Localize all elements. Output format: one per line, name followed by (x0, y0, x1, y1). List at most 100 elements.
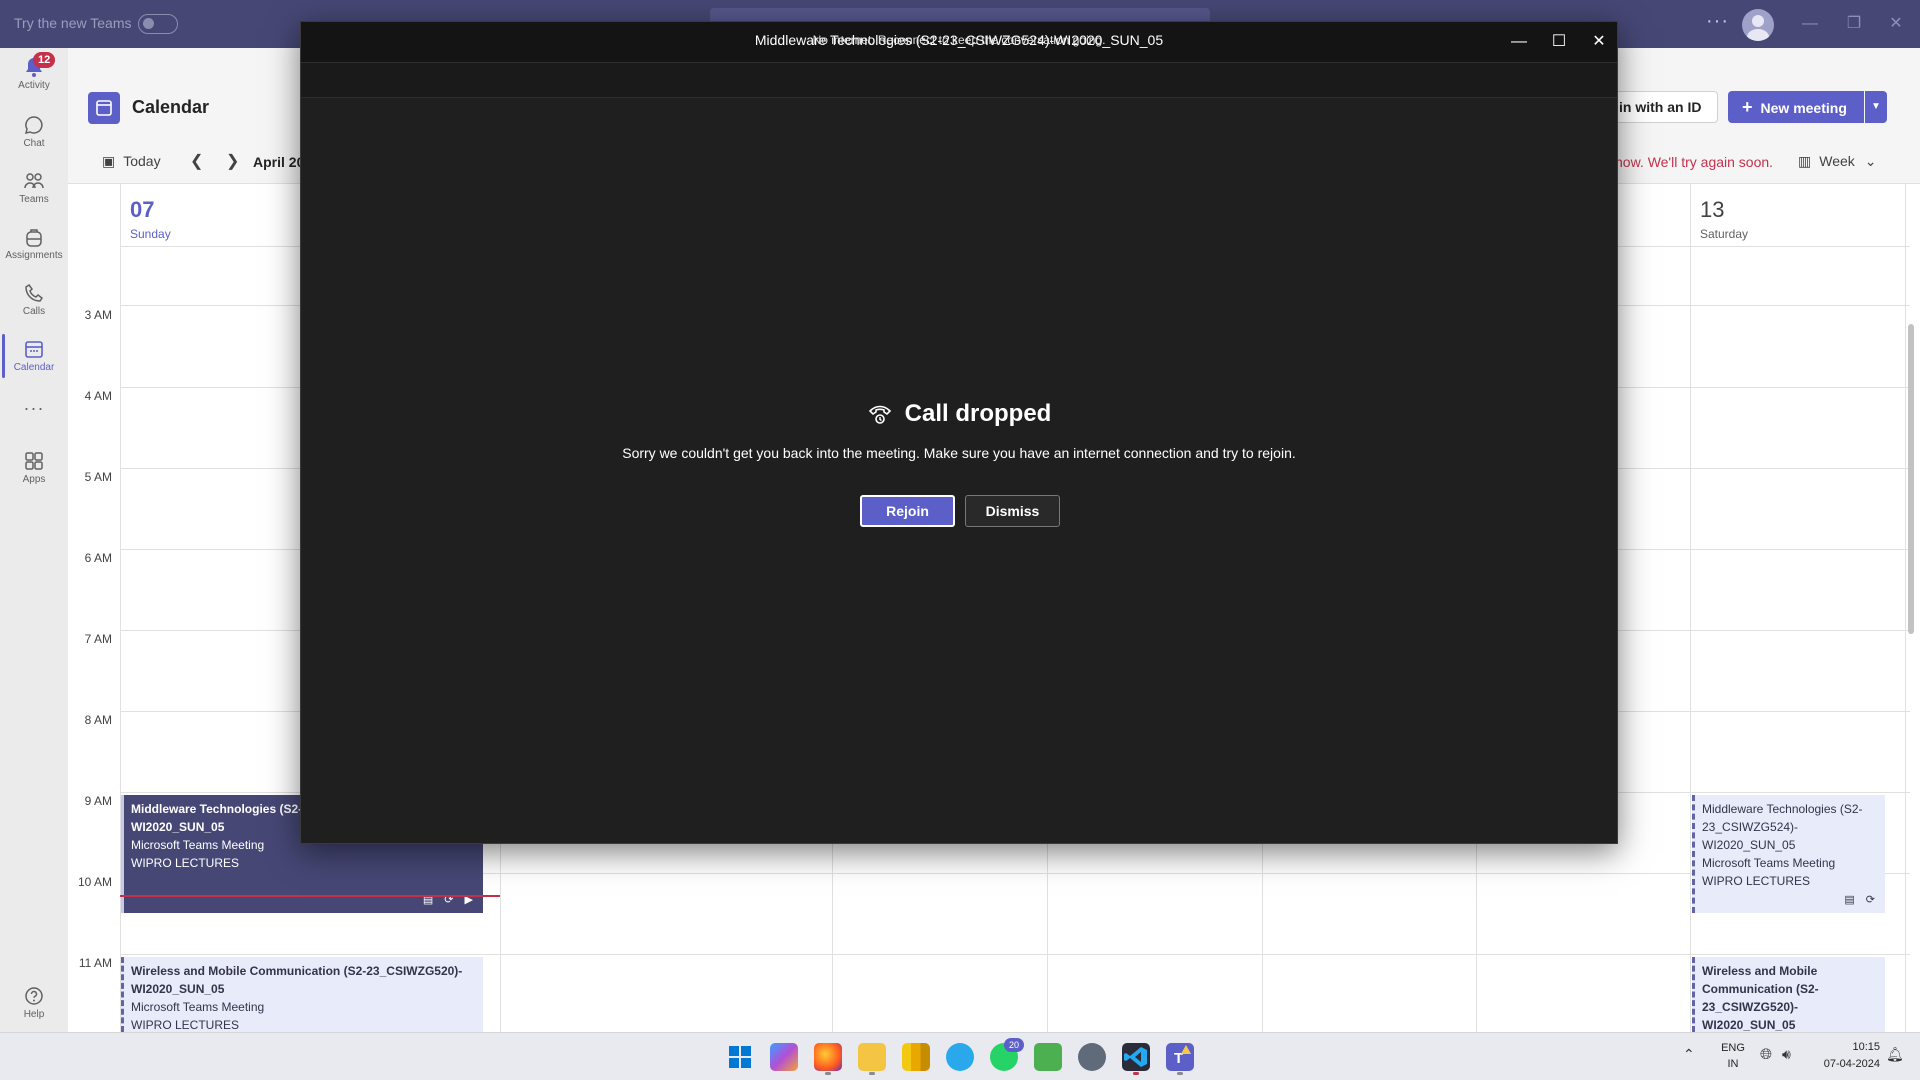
firefox-icon[interactable] (814, 1043, 842, 1071)
hour-label: 6 AM (84, 551, 112, 565)
rail-label: Apps (22, 474, 46, 485)
rejoin-button[interactable]: Rejoin (860, 495, 955, 527)
call-dropped-heading-row: Call dropped (301, 400, 1617, 430)
svg-text:T: T (1174, 1050, 1183, 1067)
whatsapp-badge: 20 (1004, 1038, 1024, 1052)
hour-label: 10 AM (77, 875, 112, 889)
hour-label: 7 AM (84, 632, 112, 646)
rail-item-teams[interactable]: Teams (0, 170, 68, 205)
copilot-icon[interactable] (770, 1043, 798, 1071)
day-number[interactable]: 07 (130, 197, 154, 223)
more-apps-icon[interactable]: ··· (0, 398, 68, 419)
window-close-button[interactable]: ✕ (1876, 10, 1916, 38)
chat-icon (24, 116, 43, 135)
rail-item-chat[interactable]: Chat (0, 114, 68, 149)
event-type: Microsoft Teams Meeting (1702, 856, 1836, 870)
window-restore-button[interactable]: ❐ (1834, 10, 1874, 38)
grid-scrollbar[interactable] (1908, 324, 1914, 634)
event-type: Microsoft Teams Meeting (131, 1000, 265, 1014)
vscode-icon[interactable] (1122, 1043, 1150, 1071)
grid-divider (1905, 184, 1906, 1032)
hour-label: 5 AM (84, 470, 112, 484)
rail-item-calls[interactable]: Calls (0, 282, 68, 317)
day-name: Sunday (130, 227, 171, 241)
plus-icon: + (1742, 97, 1753, 117)
window-minimize-button[interactable]: — (1790, 10, 1830, 38)
backpack-icon (26, 229, 42, 247)
no-internet-message: No internet. Reconnect to keep the conve… (812, 33, 1106, 47)
windows-start-icon[interactable] (726, 1043, 754, 1071)
today-button[interactable]: ▣ Today (102, 153, 161, 170)
clock-time[interactable]: 10:15 (1810, 1041, 1880, 1053)
rail-label: Assignments (5, 250, 63, 261)
month-label[interactable]: April 20 (253, 154, 304, 170)
rail-item-assignments[interactable]: Assignments (0, 226, 68, 261)
calendar-app-icon (88, 92, 120, 124)
chevron-down-icon: ⌄ (1864, 153, 1877, 169)
hour-label: 4 AM (84, 389, 112, 403)
calendar-icon (25, 341, 43, 358)
rail-label: Calendar (13, 362, 55, 373)
meeting-window: Middleware Technologies (S2-23_CSIWZG524… (300, 21, 1618, 844)
day-name: Saturday (1700, 227, 1749, 241)
chevron-left-icon[interactable]: ❮ (190, 151, 203, 171)
file-explorer-icon[interactable] (858, 1043, 886, 1071)
help-icon (25, 987, 43, 1005)
settings-gear-icon[interactable] (1078, 1043, 1106, 1071)
more-options-icon[interactable]: ··· (1706, 10, 1729, 33)
event-title: Wireless and Mobile Communication (S2-23… (131, 964, 463, 996)
new-meeting-button[interactable]: + New meeting (1728, 91, 1864, 123)
grid-divider (1690, 184, 1691, 1032)
teams-app-icon[interactable]: T (1166, 1043, 1194, 1071)
event-title: Wireless and Mobile Communication (S2-23… (1702, 964, 1819, 1032)
page-title: Calendar (132, 97, 210, 117)
event-title: Middleware Technologies (S2-23_CSIWZG524… (1702, 802, 1863, 852)
day-number[interactable]: 13 (1700, 197, 1724, 223)
hour-label: 8 AM (84, 713, 112, 727)
rail-item-apps[interactable]: Apps (0, 450, 68, 485)
new-meeting-dropdown-icon[interactable]: ▼ (1865, 91, 1887, 123)
calendar-event[interactable]: Wireless and Mobile Communication (S2-23… (1692, 957, 1885, 1032)
rail-label: Help (23, 1009, 45, 1020)
event-status-icons: ▤ ⟳ ▶ (422, 894, 477, 906)
activity-badge: 12 (33, 52, 56, 68)
call-dropped-heading: Call dropped (904, 400, 1052, 427)
calendar-event[interactable]: Middleware Technologies (S2-23_CSIWZG524… (1692, 795, 1885, 913)
dismiss-button[interactable]: Dismiss (965, 495, 1060, 527)
event-organizer: WIPRO LECTURES (131, 1018, 240, 1032)
running-indicator (1133, 1072, 1139, 1075)
profile-avatar[interactable] (1742, 9, 1774, 41)
tray-overflow-chevron-icon[interactable]: ⌃ (1683, 1046, 1695, 1063)
rail-label: Chat (23, 138, 45, 149)
clock-date[interactable]: 07-04-2024 (1810, 1058, 1880, 1070)
apps-icon (25, 452, 43, 470)
input-region[interactable]: IN (1718, 1058, 1748, 1070)
network-globe-icon[interactable]: 🌐︎ (1760, 1046, 1772, 1063)
call-dropped-icon (868, 405, 891, 424)
notification-bell-icon[interactable]: 🔔︎ (1886, 1046, 1904, 1063)
volume-icon[interactable]: 🔊︎ (1782, 1046, 1791, 1063)
notepad-app-icon[interactable] (1034, 1043, 1062, 1071)
view-label: Week (1819, 153, 1855, 169)
telegram-icon[interactable] (946, 1043, 974, 1071)
teams-icon (24, 173, 44, 189)
running-indicator (825, 1072, 831, 1075)
no-internet-banner (301, 62, 1617, 98)
week-view-icon: ▥ (1798, 153, 1812, 169)
rail-label: Teams (19, 194, 49, 205)
running-indicator (1177, 1072, 1183, 1075)
offline-message: now. We'll try again soon. (1615, 154, 1774, 170)
calendar-event[interactable]: Wireless and Mobile Communication (S2-23… (121, 957, 483, 1032)
input-language[interactable]: ENG (1718, 1042, 1748, 1054)
chevron-right-icon[interactable]: ❯ (226, 151, 239, 171)
power-bi-icon[interactable] (902, 1043, 930, 1071)
running-indicator (869, 1072, 875, 1075)
rail-item-calendar[interactable]: Calendar (0, 338, 68, 373)
grid-line (120, 954, 1910, 955)
rail-item-help[interactable]: Help (0, 985, 68, 1020)
try-new-teams-toggle[interactable] (138, 14, 178, 34)
view-switcher[interactable]: ▥ Week ⌄ (1798, 153, 1877, 170)
hour-label: 11 AM (78, 956, 112, 970)
rail-label: Calls (22, 306, 46, 317)
today-label: Today (123, 153, 161, 169)
